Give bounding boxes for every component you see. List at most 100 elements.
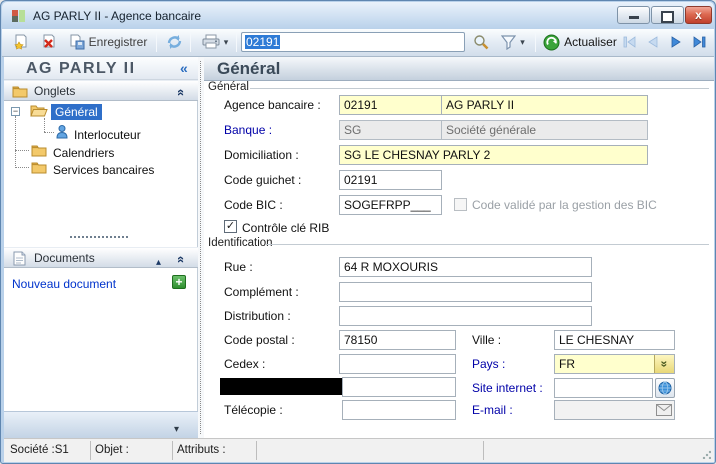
collapse-sidebar-button[interactable]: «: [180, 60, 188, 78]
actualiser-label: Actualiser: [564, 35, 617, 49]
distribution-field[interactable]: [339, 306, 592, 326]
rib-checkbox-label: Contrôle clé RIB: [242, 221, 329, 235]
onglets-section-bar[interactable]: Onglets «: [4, 80, 198, 101]
domiciliation-field[interactable]: SG LE CHESNAY PARLY 2: [339, 145, 648, 165]
bic-label: Code BIC :: [224, 198, 283, 212]
code-postal-field[interactable]: 78150: [339, 330, 456, 350]
tree-connector: [15, 116, 16, 168]
chevron-down-icon: ▾: [174, 424, 179, 435]
nav-next-button[interactable]: [665, 31, 687, 53]
new-button[interactable]: [9, 31, 33, 53]
agence-code-field[interactable]: 02191: [339, 95, 442, 115]
guichet-field[interactable]: 02191: [339, 170, 442, 190]
toolbar-separator: [190, 32, 191, 52]
envelope-icon[interactable]: [656, 404, 672, 416]
filter-button[interactable]: ▾: [494, 31, 532, 53]
telecopie-field[interactable]: [342, 400, 456, 420]
close-button[interactable]: x: [685, 6, 712, 24]
toolbar: Enregistrer ▾ 02191: [2, 29, 714, 57]
status-attributs: Attributs :: [173, 441, 257, 460]
pays-field[interactable]: FR »: [554, 354, 675, 374]
documents-section-bar[interactable]: Documents ▴ «: [4, 247, 198, 268]
complement-field[interactable]: [339, 282, 592, 302]
print-button[interactable]: ▾: [195, 31, 235, 53]
cedex-field[interactable]: [339, 354, 456, 374]
ville-field[interactable]: LE CHESNAY: [554, 330, 675, 350]
sidebar-item-interlocuteur[interactable]: Interlocuteur: [74, 126, 141, 144]
sidebar-item-calendriers[interactable]: Calendriers: [53, 144, 114, 162]
banque-label[interactable]: Banque :: [224, 123, 272, 137]
pays-label[interactable]: Pays :: [472, 357, 505, 371]
status-panel-empty: [257, 441, 484, 460]
bic-valid-checkbox: [454, 198, 467, 211]
tree-connector: [15, 167, 29, 168]
collapse-documents-single-button[interactable]: ▴: [156, 252, 161, 270]
tree-connector: [44, 132, 54, 133]
check-icon: ✓: [226, 220, 235, 232]
status-bar: Société :S1 Objet : Attributs :: [4, 438, 714, 462]
delete-button[interactable]: [37, 31, 61, 53]
save-button[interactable]: Enregistrer: [64, 31, 152, 53]
banque-name-field: Société générale: [441, 120, 648, 140]
folder-icon: [12, 84, 28, 98]
email-label[interactable]: E-mail :: [472, 403, 513, 417]
rue-field[interactable]: 64 R MOXOURIS: [339, 257, 592, 277]
toolbar-separator: [535, 32, 536, 52]
open-website-button[interactable]: [655, 378, 675, 398]
app-icon: [11, 9, 27, 23]
resize-grip[interactable]: [702, 450, 711, 459]
new-document-link[interactable]: Nouveau document: [12, 275, 116, 293]
sidebar-item-general[interactable]: Général: [51, 103, 102, 121]
refresh-button[interactable]: [161, 31, 187, 53]
plus-icon: +: [175, 275, 182, 289]
sidebar: AG PARLY II « Onglets « −: [4, 57, 198, 438]
site-internet-label[interactable]: Site internet :: [472, 381, 543, 395]
minimize-button[interactable]: [617, 6, 650, 24]
pays-dropdown-button[interactable]: »: [654, 355, 674, 373]
tree-connector: [15, 150, 29, 151]
search-input[interactable]: 02191: [241, 32, 465, 52]
rue-label: Rue :: [224, 260, 253, 274]
nav-previous-button[interactable]: [642, 31, 664, 53]
maximize-button[interactable]: [651, 6, 684, 24]
actualiser-button[interactable]: Actualiser: [540, 31, 620, 53]
nav-last-button[interactable]: [688, 31, 710, 53]
filter-dropdown-icon[interactable]: ▾: [520, 31, 525, 53]
agence-label: Agence bancaire :: [224, 98, 321, 112]
site-internet-field[interactable]: [554, 378, 653, 398]
bic-field[interactable]: SOGEFRPP___: [339, 195, 442, 215]
print-dropdown-icon[interactable]: ▾: [224, 31, 229, 53]
rib-checkbox[interactable]: ✓: [224, 220, 237, 233]
save-label: Enregistrer: [89, 35, 148, 49]
documents-header-label: Documents: [34, 251, 95, 265]
status-objet: Objet :: [91, 441, 173, 460]
complement-label: Complément :: [224, 285, 299, 299]
bic-valid-label: Code validé par la gestion des BIC: [472, 198, 657, 212]
sidebar-item-services-bancaires[interactable]: Services bancaires: [53, 161, 154, 179]
banque-code-field: SG: [339, 120, 442, 140]
sidebar-bottom-bar[interactable]: ▾: [4, 411, 198, 438]
toolbar-separator: [156, 32, 157, 52]
collapse-left-icon: «: [180, 60, 188, 76]
chevron-down-double-icon: »: [656, 361, 674, 368]
title-bar[interactable]: AG PARLY II - Agence bancaire x: [2, 2, 714, 29]
printer-icon: [202, 34, 220, 50]
search-button[interactable]: [469, 31, 493, 53]
tree-item-label: Interlocuteur: [74, 128, 141, 142]
agence-name-field[interactable]: AG PARLY II: [441, 95, 648, 115]
toolbar-separator: [236, 32, 237, 52]
nav-first-button[interactable]: [619, 31, 641, 53]
collapse-onglets-button[interactable]: «: [178, 84, 185, 102]
telephone-field[interactable]: [342, 377, 456, 397]
globe-icon: [658, 381, 672, 395]
code-postal-label: Code postal :: [224, 333, 295, 347]
refresh-icon: [166, 34, 183, 50]
collapse-documents-button[interactable]: «: [178, 251, 185, 269]
bottom-dropdown-button[interactable]: ▾: [174, 419, 179, 437]
add-document-button[interactable]: +: [172, 275, 186, 289]
pays-value: FR: [559, 357, 575, 371]
sidebar-splitter-handle[interactable]: [70, 236, 128, 238]
tree-expand-toggle[interactable]: −: [11, 107, 20, 116]
search-icon: [473, 34, 489, 50]
tree-item-label: Général: [51, 104, 102, 120]
